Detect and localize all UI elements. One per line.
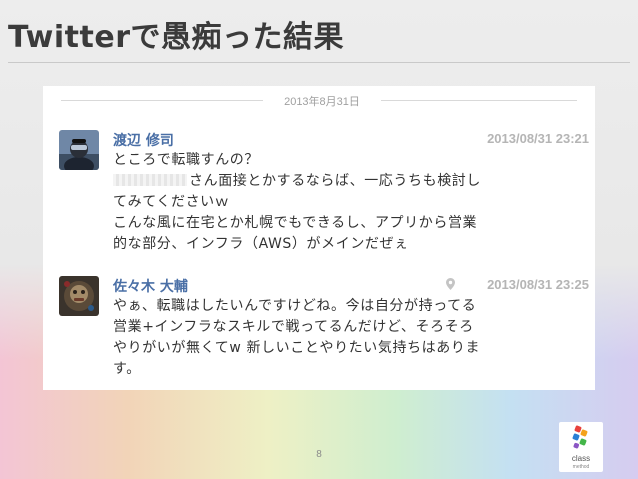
tweet-line: ところで転職すんの？ — [113, 152, 259, 168]
brand-logo: class method — [559, 422, 603, 472]
tweet-line: こんな風に在宅とか札幌でもできるし、アプリから営業 — [113, 215, 478, 231]
redacted-name — [113, 174, 187, 186]
date-separator-label: 2013年8月31日 — [284, 96, 360, 108]
tweet-line: す。 — [113, 361, 141, 377]
classmethod-logo-icon — [572, 425, 588, 449]
user-name[interactable]: 渡辺 修司 — [113, 130, 174, 150]
tweet-timestamp[interactable]: 2013/08/31 23:21 — [487, 131, 589, 146]
tweet-line: 的な部分、インフラ（AWS）がメインだぜぇ — [113, 236, 409, 252]
logo-name: class — [571, 454, 591, 463]
date-separator: 2013年8月31日 — [61, 93, 577, 108]
slide-title: Twitterで愚痴った結果 — [8, 20, 344, 55]
tweet-line-text: さん面接とかするならば、一応うちも検討し — [189, 173, 481, 189]
user-avatar-icon[interactable] — [59, 276, 99, 316]
tweet-line: てみてくださいｗ — [113, 194, 230, 210]
tweet-item[interactable]: 渡辺 修司 2013/08/31 23:21 ところで転職すんの？ さん面接とか… — [59, 130, 589, 260]
tweet-screenshot-panel: 2013年8月31日 渡辺 修司 2013/08/31 23:21 ところで転職… — [43, 86, 595, 390]
title-divider — [8, 62, 630, 63]
slide: Twitterで愚痴った結果 2013年8月31日 渡辺 修司 2013/08/… — [0, 0, 638, 479]
tweet-item[interactable]: 佐々木 大輔 2013/08/31 23:25 やぁ、転職はしたいんですけどね。… — [59, 276, 589, 381]
user-avatar-icon[interactable] — [59, 130, 99, 170]
logo-subtext: method — [572, 464, 590, 470]
tweet-line: やぁ、転職はしたいんですけどね。今は自分が持ってる — [113, 298, 477, 314]
user-name[interactable]: 佐々木 大輔 — [113, 276, 188, 296]
page-number: 8 — [316, 449, 322, 460]
location-pin-icon — [446, 278, 455, 290]
date-separator-line-left — [61, 100, 263, 101]
tweet-timestamp[interactable]: 2013/08/31 23:25 — [487, 277, 589, 292]
date-separator-line-right — [381, 100, 577, 101]
tweet-body: やぁ、転職はしたいんですけどね。今は自分が持ってる 営業+インフラなスキルで戦っ… — [113, 296, 581, 380]
tweet-line: やりがいが無くてw 新しいことやりたい気持ちはありま — [113, 340, 481, 356]
tweet-line: 営業+インフラなスキルで戦ってるんだけど、そろそろ — [113, 319, 474, 335]
tweet-body: ところで転職すんの？ さん面接とかするならば、一応うちも検討し てみてくださいｗ… — [113, 150, 581, 255]
tweet-line: さん面接とかするならば、一応うちも検討し — [113, 171, 581, 192]
